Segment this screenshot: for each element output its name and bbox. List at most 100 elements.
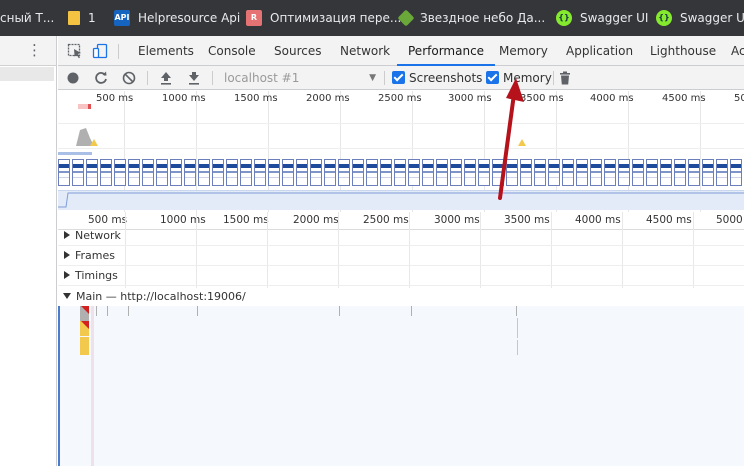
bookmark-label: Звездное небо Да... bbox=[420, 11, 546, 25]
bookmark-swagger-ui-1[interactable]: {} Swagger UI bbox=[556, 0, 648, 36]
kebab-menu-icon[interactable]: ⋮ bbox=[27, 43, 42, 58]
screenshot-thumbnail[interactable] bbox=[422, 159, 434, 186]
bookmark-item[interactable]: сный Т... bbox=[0, 0, 54, 36]
screenshot-thumbnail[interactable] bbox=[604, 159, 616, 186]
screenshot-thumbnail[interactable] bbox=[254, 159, 266, 186]
ruler-tick-label: 3000 ms bbox=[434, 214, 480, 226]
thumbnail-content bbox=[689, 171, 699, 173]
screenshot-thumbnail[interactable] bbox=[436, 159, 448, 186]
tab-sources[interactable]: Sources bbox=[274, 36, 321, 66]
dropdown-arrow-icon: ▼ bbox=[369, 73, 376, 83]
thumbnail-content bbox=[297, 171, 307, 173]
thumbnail-content bbox=[381, 177, 391, 178]
screenshot-thumbnail[interactable] bbox=[324, 159, 336, 186]
overview-tick-label: 1500 ms bbox=[234, 93, 278, 104]
frames-track[interactable]: Frames bbox=[58, 246, 744, 266]
screenshot-thumbnail[interactable] bbox=[450, 159, 462, 186]
bookmark-optimization[interactable]: R Оптимизация пере... bbox=[246, 0, 401, 36]
bookmark-label: Helpresource Api bbox=[138, 11, 241, 25]
screenshot-thumbnail[interactable] bbox=[674, 159, 686, 186]
screenshot-thumbnail[interactable] bbox=[562, 159, 574, 186]
thumbnail-content bbox=[255, 171, 265, 173]
screenshot-thumbnail[interactable] bbox=[576, 159, 588, 186]
screenshot-thumbnail[interactable] bbox=[618, 159, 630, 186]
swagger-icon: {} bbox=[656, 10, 672, 26]
screenshot-thumbnail[interactable] bbox=[632, 159, 644, 186]
tab-performance[interactable]: Performance bbox=[397, 36, 496, 66]
timeline-overview[interactable]: 500 ms 1000 ms 1500 ms 2000 ms 2500 ms 3… bbox=[58, 91, 744, 212]
screenshot-thumbnail[interactable] bbox=[128, 159, 140, 186]
screenshot-thumbnail[interactable] bbox=[240, 159, 252, 186]
screenshot-thumbnail[interactable] bbox=[394, 159, 406, 186]
screenshot-thumbnail[interactable] bbox=[716, 159, 728, 186]
screenshot-thumbnail[interactable] bbox=[72, 159, 84, 186]
ruler-tick-label: 4000 ms bbox=[575, 214, 621, 226]
screenshot-thumbnail[interactable] bbox=[730, 159, 742, 186]
screenshot-thumbnail[interactable] bbox=[268, 159, 280, 186]
main-thread-track[interactable]: Main — http://localhost:19006/ bbox=[58, 288, 744, 466]
screenshot-thumbnail[interactable] bbox=[702, 159, 714, 186]
screenshot-thumbnail[interactable] bbox=[352, 159, 364, 186]
screenshot-thumbnail[interactable] bbox=[590, 159, 602, 186]
screenshot-thumbnail[interactable] bbox=[366, 159, 378, 186]
record-icon[interactable] bbox=[65, 70, 81, 86]
screenshot-thumbnail[interactable] bbox=[338, 159, 350, 186]
thumbnail-content bbox=[185, 171, 195, 173]
tab-console[interactable]: Console bbox=[208, 36, 256, 66]
device-toolbar-icon[interactable] bbox=[92, 43, 108, 59]
download-profile-icon[interactable] bbox=[186, 70, 202, 86]
screenshot-thumbnail[interactable] bbox=[310, 159, 322, 186]
upload-profile-icon[interactable] bbox=[158, 70, 174, 86]
screenshot-thumbnail[interactable] bbox=[464, 159, 476, 186]
ruler-tick-label: 2500 ms bbox=[363, 214, 409, 226]
tab-network[interactable]: Network bbox=[340, 36, 390, 66]
screenshots-checkbox[interactable] bbox=[392, 71, 405, 84]
bookmark-swagger-ui-2[interactable]: {} Swagger UI bbox=[656, 0, 744, 36]
screenshot-thumbnail[interactable] bbox=[282, 159, 294, 186]
screenshot-thumbnail[interactable] bbox=[548, 159, 560, 186]
bookmark-starry-sky[interactable]: Звездное небо Да... bbox=[397, 0, 546, 36]
timings-track[interactable]: Timings bbox=[58, 266, 744, 286]
screenshot-thumbnail[interactable] bbox=[408, 159, 420, 186]
inspect-element-icon[interactable] bbox=[67, 43, 83, 59]
clear-icon[interactable] bbox=[121, 70, 137, 86]
overview-tick-label: 3000 ms bbox=[448, 93, 492, 104]
screenshot-thumbnail[interactable] bbox=[646, 159, 658, 186]
target-select[interactable]: localhost #1 ▼ bbox=[222, 69, 378, 87]
tab-elements[interactable]: Elements bbox=[138, 36, 194, 66]
screenshot-thumbnail[interactable] bbox=[688, 159, 700, 186]
screenshot-thumbnail[interactable] bbox=[156, 159, 168, 186]
folder-icon bbox=[68, 11, 80, 25]
reload-icon[interactable] bbox=[93, 70, 109, 86]
screenshot-thumbnail[interactable] bbox=[100, 159, 112, 186]
screenshot-thumbnail[interactable] bbox=[58, 159, 70, 186]
screenshot-thumbnail[interactable] bbox=[170, 159, 182, 186]
screenshot-thumbnail[interactable] bbox=[660, 159, 672, 186]
network-track[interactable]: Network bbox=[58, 226, 744, 246]
thumbnail-content bbox=[703, 171, 713, 173]
screenshot-thumbnail[interactable] bbox=[478, 159, 490, 186]
bookmark-folder-1[interactable]: 1 bbox=[68, 0, 96, 36]
screenshot-thumbnail[interactable] bbox=[142, 159, 154, 186]
screenshot-thumbnail[interactable] bbox=[184, 159, 196, 186]
main-track-header[interactable]: Main — http://localhost:19006/ bbox=[58, 288, 744, 306]
bookmark-helpresource-api[interactable]: API Helpresource Api bbox=[114, 0, 240, 36]
tab-overflow[interactable]: Ac bbox=[731, 36, 744, 66]
screenshot-thumbnail[interactable] bbox=[296, 159, 308, 186]
screenshot-thumbnail[interactable] bbox=[212, 159, 224, 186]
tab-memory[interactable]: Memory bbox=[499, 36, 548, 66]
fps-red-marker bbox=[88, 104, 91, 109]
screenshot-thumbnail[interactable] bbox=[86, 159, 98, 186]
thumbnail-content bbox=[619, 171, 629, 173]
screenshot-thumbnail[interactable] bbox=[198, 159, 210, 186]
devtools-tabs-bar: Elements Console Sources Network Perform… bbox=[58, 36, 744, 66]
thumbnail-content bbox=[675, 177, 685, 178]
garbage-collect-icon[interactable] bbox=[557, 70, 573, 86]
screenshot-thumbnail[interactable] bbox=[380, 159, 392, 186]
screenshot-thumbnail[interactable] bbox=[226, 159, 238, 186]
screenshot-thumbnail[interactable] bbox=[114, 159, 126, 186]
thumbnail-content bbox=[87, 164, 97, 168]
screenshot-thumbnail[interactable] bbox=[534, 159, 546, 186]
tab-application[interactable]: Application bbox=[566, 36, 633, 66]
tab-lighthouse[interactable]: Lighthouse bbox=[650, 36, 716, 66]
